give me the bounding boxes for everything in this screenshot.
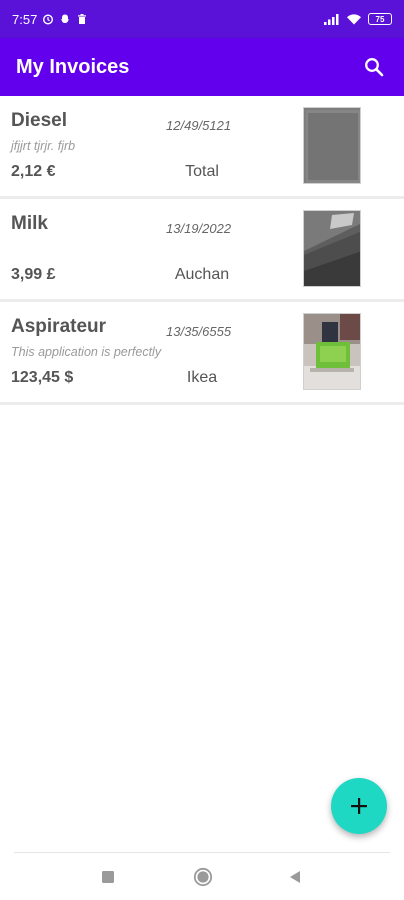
invoice-description: This application is perfectly xyxy=(11,345,162,359)
battery-level: 75 xyxy=(375,14,385,24)
delete-icon xyxy=(78,14,87,24)
invoice-shop: Ikea xyxy=(186,369,218,386)
battery-icon: 75 xyxy=(368,13,392,25)
home-button[interactable] xyxy=(192,866,214,888)
invoice-shop: Total xyxy=(185,163,219,180)
plus-icon xyxy=(351,798,367,814)
photo-image xyxy=(304,314,360,389)
invoice-card[interactable]: Milk 13/19/2022 3,99 £ Auchan xyxy=(0,199,404,302)
invoice-date: 12/49/5121 xyxy=(166,118,232,133)
invoice-photo-thumbnail[interactable] xyxy=(303,313,361,390)
invoice-date: 13/35/6555 xyxy=(166,324,232,339)
invoice-name: Diesel xyxy=(11,110,67,131)
add-invoice-button[interactable] xyxy=(331,778,387,834)
invoice-photo-thumbnail[interactable] xyxy=(303,107,361,184)
invoice-amount: 123,45 $ xyxy=(11,369,74,386)
signal-icon xyxy=(324,14,339,25)
search-icon xyxy=(365,58,384,77)
invoice-name: Aspirateur xyxy=(11,316,107,337)
recent-apps-button[interactable] xyxy=(97,866,119,888)
wifi-icon xyxy=(347,14,361,25)
alarm-icon xyxy=(43,14,54,25)
invoice-date: 13/19/2022 xyxy=(166,221,232,236)
status-bar: 7:57 75 xyxy=(0,0,404,38)
recent-apps-icon xyxy=(102,871,114,883)
system-nav-bar xyxy=(0,853,404,900)
photo-image xyxy=(304,211,360,286)
page-title: My Invoices xyxy=(16,55,130,78)
app-bar: My Invoices xyxy=(0,38,404,96)
invoice-description: jfjjrt tjrjr. fjrb xyxy=(11,139,76,153)
invoice-list: Diesel jfjjrt tjrjr. fjrb 12/49/5121 2,1… xyxy=(0,96,404,405)
status-time: 7:57 xyxy=(12,11,38,27)
invoice-card[interactable]: Diesel jfjjrt tjrjr. fjrb 12/49/5121 2,1… xyxy=(0,96,404,199)
invoice-shop: Auchan xyxy=(174,266,230,283)
invoice-photo-thumbnail[interactable] xyxy=(303,210,361,287)
photo-image xyxy=(304,108,360,183)
back-button[interactable] xyxy=(284,866,306,888)
invoice-amount: 2,12 € xyxy=(11,163,56,180)
invoice-card[interactable]: Aspirateur This application is perfectly… xyxy=(0,302,404,405)
home-icon xyxy=(193,867,213,887)
invoice-name: Milk xyxy=(11,213,48,234)
snapchat-icon xyxy=(61,14,70,23)
search-button[interactable] xyxy=(360,53,388,81)
back-icon xyxy=(290,871,300,883)
invoice-amount: 3,99 £ xyxy=(11,266,56,283)
